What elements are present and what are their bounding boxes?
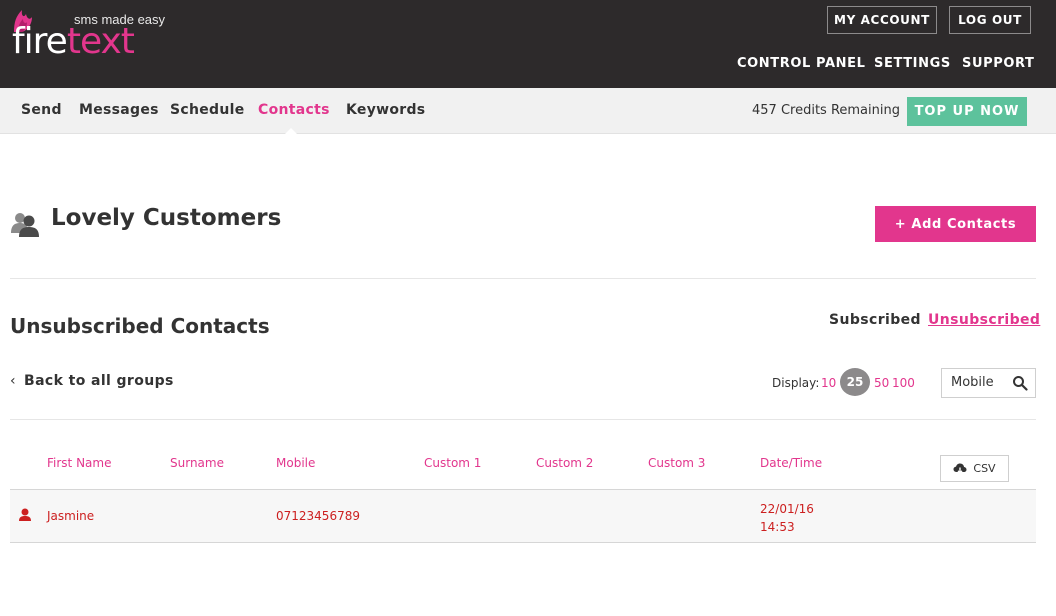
column-mobile[interactable]: Mobile xyxy=(276,456,315,470)
nav-settings[interactable]: SETTINGS xyxy=(874,56,951,74)
firetext-logo[interactable]: sms made easy firetext xyxy=(12,6,182,66)
column-date-time[interactable]: Date/Time xyxy=(760,456,822,470)
tab-unsubscribed[interactable]: Unsubscribed xyxy=(928,312,1040,328)
logo-word-fire: fire xyxy=(12,21,68,62)
display-option-25-selected[interactable]: 25 xyxy=(840,368,870,396)
active-tab-indicator xyxy=(284,128,298,135)
credits-remaining: 457 Credits Remaining xyxy=(752,103,900,118)
divider xyxy=(10,278,1036,279)
tab-subscribed[interactable]: Subscribed xyxy=(829,312,921,328)
mobile-search-box xyxy=(941,368,1036,398)
column-surname[interactable]: Surname xyxy=(170,456,224,470)
display-label: Display: xyxy=(772,376,820,390)
logo-wordmark: firetext xyxy=(12,21,135,62)
cell-time: 14:53 xyxy=(760,520,795,534)
section-title: Unsubscribed Contacts xyxy=(10,314,270,338)
cell-date: 22/01/16 xyxy=(760,502,814,516)
my-account-button[interactable]: MY ACCOUNT xyxy=(827,6,937,34)
subnav-contacts[interactable]: Contacts xyxy=(258,102,330,118)
display-option-100[interactable]: 100 xyxy=(892,376,915,390)
csv-export-button[interactable]: CSV xyxy=(940,455,1009,482)
nav-control-panel[interactable]: CONTROL PANEL xyxy=(737,56,865,74)
divider xyxy=(10,419,1036,420)
subnav-keywords[interactable]: Keywords xyxy=(346,102,425,118)
subnav-schedule[interactable]: Schedule xyxy=(170,102,245,118)
display-option-50[interactable]: 50 xyxy=(874,376,889,390)
group-users-icon xyxy=(11,213,39,237)
mobile-search-input[interactable] xyxy=(951,375,1011,390)
search-icon[interactable] xyxy=(1012,375,1028,391)
sub-navigation: Send Messages Schedule Contacts Keywords… xyxy=(0,88,1056,134)
log-out-button[interactable]: LOG OUT xyxy=(949,6,1031,34)
nav-support[interactable]: SUPPORT xyxy=(962,56,1035,74)
cloud-download-icon xyxy=(953,463,967,474)
column-custom-1[interactable]: Custom 1 xyxy=(424,456,481,470)
column-first-name[interactable]: First Name xyxy=(47,456,111,470)
back-to-groups-link[interactable]: ‹ Back to all groups xyxy=(10,373,174,389)
top-header: sms made easy firetext MY ACCOUNT LOG OU… xyxy=(0,0,1056,88)
logo-word-text: text xyxy=(66,21,135,62)
unsubscribed-user-icon xyxy=(19,508,31,521)
subnav-messages[interactable]: Messages xyxy=(79,102,159,118)
column-custom-2[interactable]: Custom 2 xyxy=(536,456,593,470)
chevron-left-icon: ‹ xyxy=(10,373,16,389)
subnav-send[interactable]: Send xyxy=(21,102,62,118)
cell-first-name: Jasmine xyxy=(47,509,95,523)
add-contacts-button[interactable]: + Add Contacts xyxy=(875,206,1036,242)
top-up-now-button[interactable]: TOP UP NOW xyxy=(907,97,1027,126)
column-custom-3[interactable]: Custom 3 xyxy=(648,456,705,470)
cell-date-time: 22/01/16 14:53 xyxy=(760,500,814,536)
cell-mobile: 07123456789 xyxy=(276,509,360,523)
csv-label: CSV xyxy=(973,462,996,475)
display-option-10[interactable]: 10 xyxy=(821,376,836,390)
group-title: Lovely Customers xyxy=(51,205,282,231)
table-row[interactable]: Jasmine 07123456789 22/01/16 14:53 xyxy=(10,490,1036,543)
back-link-label: Back to all groups xyxy=(24,373,174,389)
